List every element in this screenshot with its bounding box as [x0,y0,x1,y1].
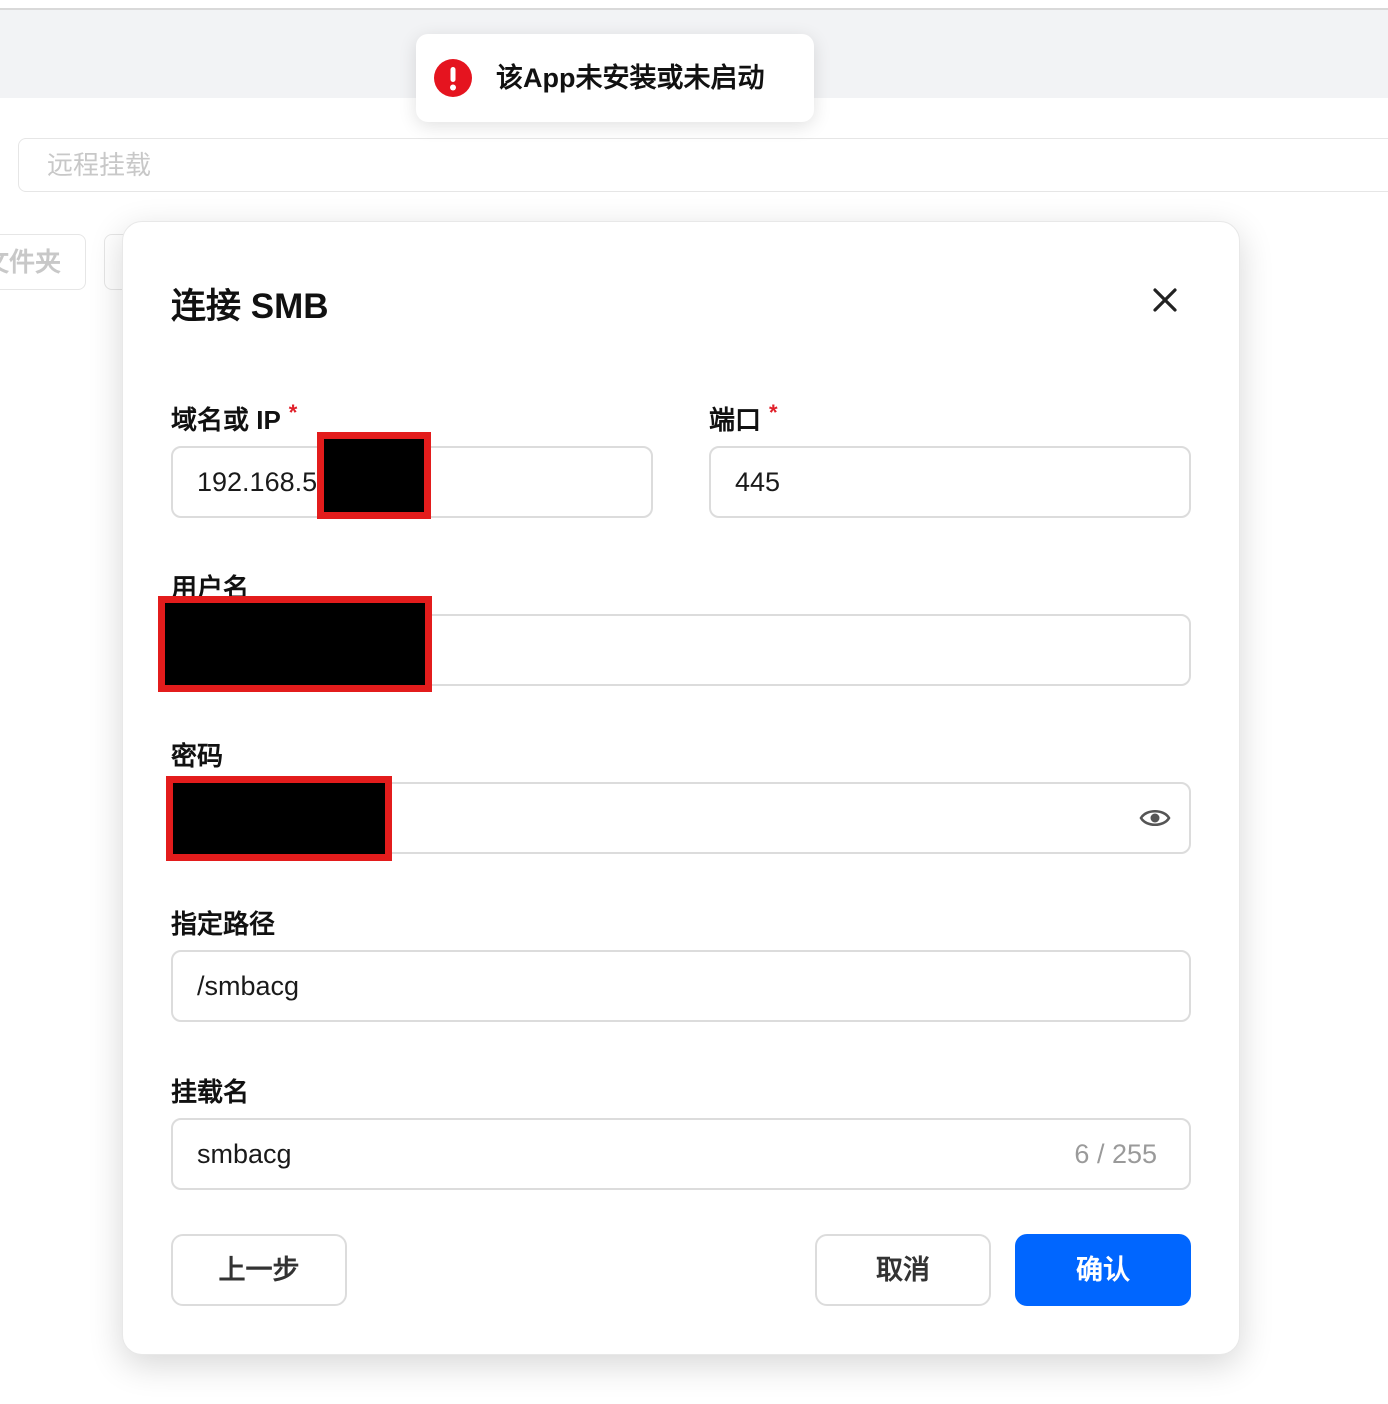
dialog-title: 连接 SMB [171,287,329,326]
host-label: 域名或 IP * [171,400,297,437]
path-value: /smbacg [197,971,300,1001]
required-mark: * [769,400,778,425]
error-toast: 该App未安装或未启动 [416,34,814,122]
password-label: 密码 [171,741,224,771]
host-label-text: 域名或 IP [171,405,281,435]
mount-name-value: smbacg [197,1139,292,1169]
eye-icon[interactable] [1139,804,1171,832]
mount-name-label: 挂载名 [171,1077,250,1107]
port-label-text: 端口 [709,405,762,435]
char-counter: 6 / 255 [1074,1139,1157,1169]
port-input[interactable]: 445 [709,446,1191,518]
redaction-box [166,776,392,861]
port-value: 445 [735,467,781,497]
toast-message: 该App未安装或未启动 [496,63,765,93]
port-label: 端口 * [709,400,778,437]
mount-name-input[interactable]: smbacg 6 / 255 [171,1118,1191,1190]
background-folder-chip[interactable]: 文件夹 [0,234,86,290]
error-icon [434,59,472,97]
confirm-button[interactable]: 确认 [1015,1234,1191,1306]
cancel-button[interactable]: 取消 [815,1234,991,1306]
path-label: 指定路径 [171,909,276,939]
path-input[interactable]: /smbacg [171,950,1191,1022]
close-icon[interactable] [1147,282,1183,318]
required-mark: * [288,400,298,425]
host-value: 192.168.5 [197,467,318,497]
back-button[interactable]: 上一步 [171,1234,347,1306]
background-search-input[interactable]: 远程挂载 [18,138,1388,192]
redaction-box [317,432,431,519]
redaction-box [158,596,432,692]
